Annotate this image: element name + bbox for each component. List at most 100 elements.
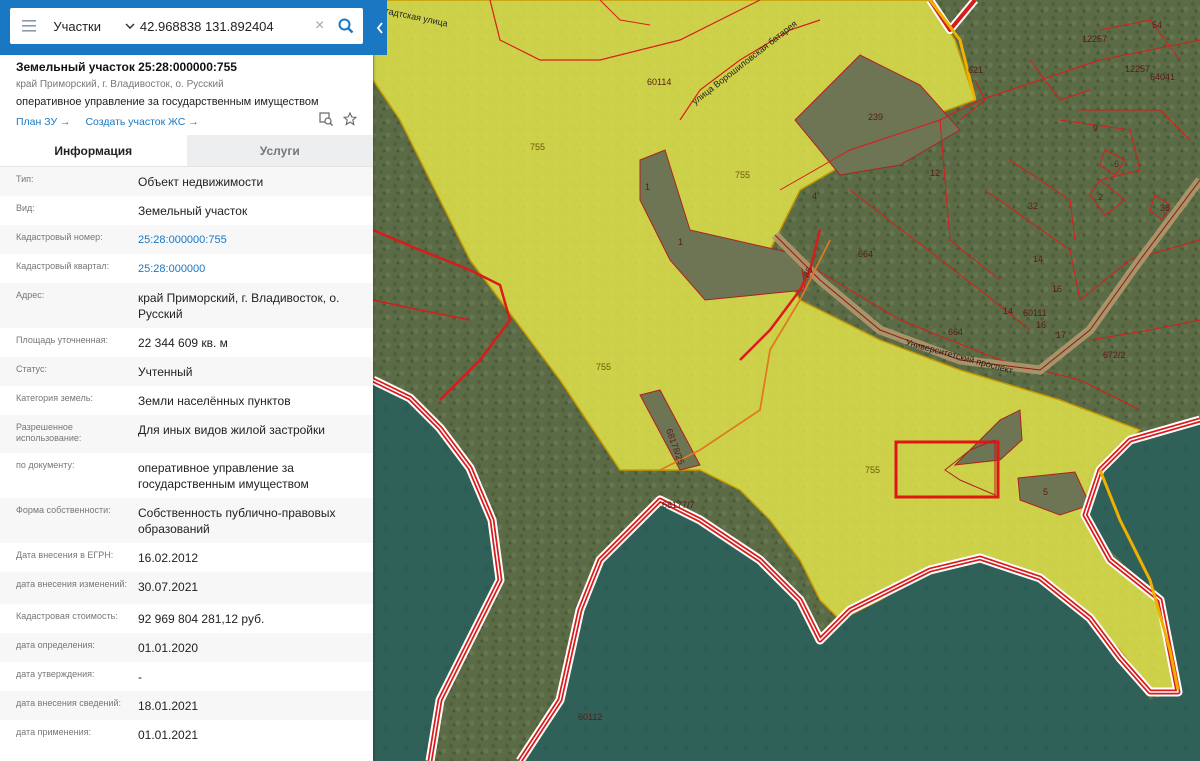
info-value: -: [138, 670, 142, 684]
parcel-label: 16: [1036, 320, 1046, 330]
info-value: Собственность публично-правовых образова…: [138, 506, 336, 536]
info-row: Форма собственности: Собственность публич…: [0, 498, 373, 543]
info-value-link[interactable]: 25:28:000000:755: [138, 232, 358, 248]
parcel-label: 755: [865, 465, 880, 475]
chevron-down-icon[interactable]: [120, 23, 140, 29]
info-row: Разрешенное использование: Для иных видов…: [0, 415, 373, 453]
parcel-label: 664: [948, 327, 963, 337]
parcel-rights: оперативное управление за государственны…: [16, 96, 319, 108]
parcel-label: 4: [812, 191, 817, 201]
panel-tabs: Информация Услуги: [0, 135, 373, 167]
parcel-label: 6: [1114, 159, 1119, 169]
info-value: 01.01.2021: [138, 728, 199, 742]
info-value: 92 969 804 281,12 руб.: [138, 612, 265, 626]
info-key: по документу:: [16, 460, 75, 470]
info-key: Вид:: [16, 203, 35, 213]
tab-services[interactable]: Услуги: [186, 135, 373, 166]
parcel-label: 17: [1056, 330, 1066, 340]
info-row: Кадастровый квартал: 25:28:000000: [0, 254, 373, 283]
create-parcel-link[interactable]: Создать участок ЖС →: [85, 116, 198, 128]
info-table: Тип: Объект недвижимости Вид: Земельный уча…: [0, 167, 373, 749]
star-icon[interactable]: [342, 111, 358, 131]
search-type-select[interactable]: Участки: [49, 19, 120, 34]
parcel-label: 14: [1033, 254, 1043, 264]
tab-info[interactable]: Информация: [0, 135, 187, 166]
parcel-label: 239: [868, 112, 883, 122]
info-key: дата внесения сведений:: [16, 698, 121, 708]
hamburger-menu-icon[interactable]: [10, 8, 49, 44]
parcel-label: 32: [1028, 201, 1038, 211]
info-key: Категория земель:: [16, 393, 93, 403]
parcel-header: Земельный участок 25:28:000000:755 край …: [0, 55, 373, 135]
parcel-label: 5: [1043, 487, 1048, 497]
info-row: Дата внесения в ЕГРН: 16.02.2012: [0, 543, 373, 572]
parcel-label: 621: [968, 65, 983, 75]
parcel-label: 60112: [578, 712, 602, 722]
parcel-location: край Приморский, г. Владивосток, о. Русс…: [16, 79, 224, 90]
parcel-label: 9: [1093, 123, 1098, 133]
parcel-label: 2: [1098, 192, 1103, 202]
info-key: дата определения:: [16, 640, 95, 650]
info-key: дата внесения изменений:: [16, 579, 128, 589]
parcel-label: 12257: [1125, 64, 1150, 74]
info-value: оперативное управление за государственны…: [138, 461, 309, 491]
info-value: 30.07.2021: [138, 580, 199, 594]
info-key: Кадастровый квартал:: [16, 261, 110, 271]
search-box: Участки ×: [10, 8, 363, 44]
info-key: Статус:: [16, 364, 47, 374]
side-panel: Участки × Земельный участок 25:28:000000…: [0, 0, 373, 761]
parcel-label: 1: [678, 237, 683, 247]
parcel-label: 755: [596, 362, 611, 372]
info-key: Дата внесения в ЕГРН:: [16, 550, 114, 560]
search-input[interactable]: [139, 18, 310, 34]
parcel-label: 12257: [1082, 34, 1107, 44]
info-key: Адрес:: [16, 290, 45, 300]
info-key: дата применения:: [16, 727, 92, 737]
info-value-link[interactable]: 25:28:000000: [138, 261, 358, 277]
info-value: Земли населённых пунктов: [138, 394, 291, 408]
parcel-label: 64041: [1150, 72, 1175, 82]
collapse-panel-button[interactable]: [373, 0, 387, 55]
info-row: Тип: Объект недвижимости: [0, 167, 373, 196]
info-key: Тип:: [16, 174, 34, 184]
info-row: Категория земель: Земли населённых пункто…: [0, 386, 373, 415]
clear-icon[interactable]: ×: [310, 17, 330, 35]
info-row: дата определения: 01.01.2020: [0, 633, 373, 662]
info-key: Кадастровый номер:: [16, 232, 103, 242]
parcel-label: 1: [645, 182, 650, 192]
zoom-to-icon[interactable]: [319, 112, 333, 131]
info-key: Форма собственности:: [16, 505, 111, 515]
info-row: дата применения: 01.01.2021: [0, 720, 373, 749]
parcel-label: 60114: [647, 77, 671, 87]
search-bar: Участки ×: [0, 0, 373, 55]
parcel-label: 54: [1152, 20, 1162, 30]
search-icon[interactable]: [330, 18, 363, 34]
info-row: дата утверждения: -: [0, 662, 373, 691]
info-value: 18.01.2021: [138, 699, 199, 713]
parcel-label: 36: [1160, 203, 1170, 213]
parcel-title: Земельный участок 25:28:000000:755: [16, 60, 237, 74]
header-icons: [319, 111, 358, 131]
info-row: Кадастровый номер: 25:28:000000:755: [0, 225, 373, 254]
info-row: Статус: Учтенный: [0, 357, 373, 386]
parcel-label: 755: [530, 142, 545, 152]
parcel-links: План ЗУ → Создать участок ЖС →: [16, 116, 357, 128]
info-value: Объект недвижимости: [138, 175, 264, 189]
info-row: дата внесения изменений: 30.07.2021: [0, 572, 373, 604]
info-value: Для иных видов жилой застройки: [138, 423, 325, 437]
info-value: Учтенный: [138, 365, 193, 379]
info-value: Земельный участок: [138, 204, 248, 218]
info-row: Площадь уточненная: 22 344 609 кв. м: [0, 328, 373, 357]
info-row: по документу: оперативное управление за г…: [0, 453, 373, 498]
info-row: дата внесения сведений: 18.01.2021: [0, 691, 373, 720]
parcel-label: 16: [1052, 284, 1062, 294]
parcel-label: 664: [858, 249, 873, 259]
info-value: край Приморский, г. Владивосток, о. Русс…: [138, 291, 340, 321]
info-key: Кадастровая стоимость:: [16, 611, 118, 621]
parcel-label: 68177/7: [662, 500, 695, 510]
parcel-label: 12: [930, 168, 940, 178]
parcel-label: 672/2: [1103, 350, 1126, 360]
info-value: 22 344 609 кв. м: [138, 336, 228, 350]
plan-link[interactable]: План ЗУ →: [16, 116, 71, 128]
info-key: Разрешенное использование:: [16, 422, 82, 443]
